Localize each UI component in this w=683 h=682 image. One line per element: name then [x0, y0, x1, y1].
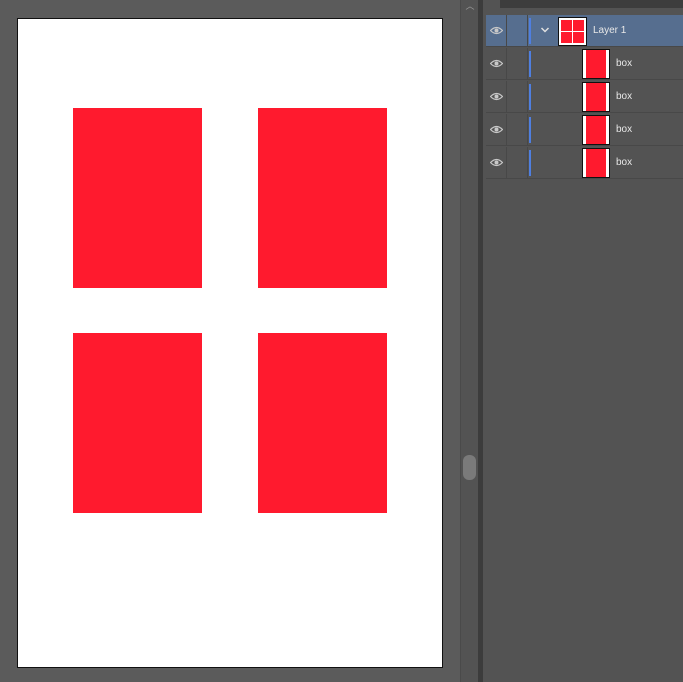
- lock-toggle[interactable]: [507, 81, 528, 113]
- layer-color-indicator: [529, 117, 531, 143]
- scroll-up-arrow-icon[interactable]: ︿: [461, 0, 479, 14]
- artboard[interactable]: [17, 18, 443, 668]
- red-box-shape[interactable]: [73, 108, 202, 288]
- layer-thumbnail: [558, 17, 587, 46]
- eye-icon: [490, 59, 503, 68]
- panel-header-strip: [500, 0, 683, 8]
- layer-thumbnail: [582, 148, 610, 178]
- scrollbar-thumb[interactable]: [463, 455, 476, 480]
- layer-thumbnail: [582, 82, 610, 112]
- layer-name[interactable]: box: [616, 81, 632, 113]
- layer-thumbnail: [582, 49, 610, 79]
- lock-toggle[interactable]: [507, 15, 528, 47]
- layer-name[interactable]: box: [616, 147, 632, 179]
- layer-row-box[interactable]: box: [486, 48, 683, 80]
- layer-row-box[interactable]: box: [486, 81, 683, 113]
- layer-name[interactable]: Layer 1: [593, 15, 626, 47]
- layer-color-indicator: [529, 18, 531, 44]
- visibility-toggle[interactable]: [486, 48, 507, 80]
- lock-toggle[interactable]: [507, 48, 528, 80]
- visibility-toggle[interactable]: [486, 81, 507, 113]
- layer-color-indicator: [529, 150, 531, 176]
- layer-thumbnail: [582, 115, 610, 145]
- layer-row-box[interactable]: box: [486, 114, 683, 146]
- layer-row-box[interactable]: box: [486, 147, 683, 179]
- layer-color-indicator: [529, 51, 531, 77]
- vertical-scrollbar[interactable]: ︿: [460, 0, 479, 682]
- red-box-shape[interactable]: [258, 108, 387, 288]
- eye-icon: [490, 125, 503, 134]
- red-box-shape[interactable]: [258, 333, 387, 513]
- chevron-down-icon[interactable]: [539, 24, 551, 36]
- layer-row-layer-1[interactable]: Layer 1: [486, 15, 683, 47]
- visibility-toggle[interactable]: [486, 114, 507, 146]
- visibility-toggle[interactable]: [486, 147, 507, 179]
- layers-panel: Layer 1 box box box box: [483, 0, 683, 682]
- visibility-toggle[interactable]: [486, 15, 507, 47]
- eye-icon: [490, 158, 503, 167]
- layer-name[interactable]: box: [616, 114, 632, 146]
- lock-toggle[interactable]: [507, 147, 528, 179]
- layer-color-indicator: [529, 84, 531, 110]
- eye-icon: [490, 92, 503, 101]
- eye-icon: [490, 26, 503, 35]
- red-box-shape[interactable]: [73, 333, 202, 513]
- lock-toggle[interactable]: [507, 114, 528, 146]
- canvas-area[interactable]: [0, 0, 460, 682]
- layer-name[interactable]: box: [616, 48, 632, 80]
